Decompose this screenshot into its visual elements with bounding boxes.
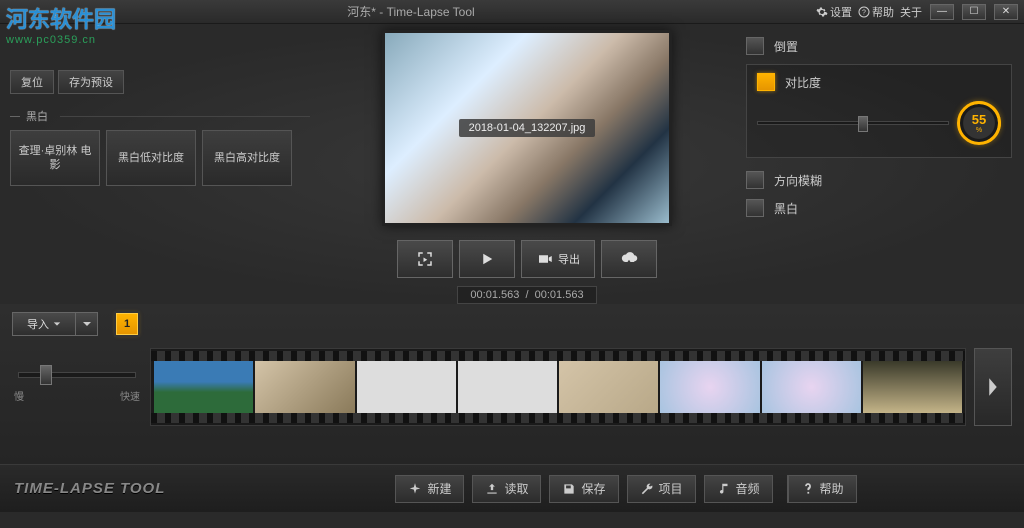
preset-bw-high[interactable]: 黑白高对比度 (202, 130, 292, 186)
music-note-icon (717, 482, 731, 496)
load-button[interactable]: 读取 (472, 475, 541, 503)
brand-label: TIME-LAPSE TOOL (14, 480, 234, 497)
speed-thumb[interactable] (40, 365, 52, 385)
speed-slow-label: 慢 (14, 388, 24, 403)
sequence-badge[interactable]: 1 (116, 313, 138, 335)
frame-thumb[interactable] (559, 361, 658, 413)
effect-contrast: 对比度 55 % (746, 64, 1012, 158)
effect-bw[interactable]: 黑白 (746, 194, 1012, 222)
contrast-checkbox[interactable] (757, 73, 775, 91)
play-icon (478, 250, 496, 268)
preset-bw-low[interactable]: 黑白低对比度 (106, 130, 196, 186)
question-icon (801, 482, 815, 496)
upload-icon (485, 482, 499, 496)
invert-checkbox[interactable] (746, 37, 764, 55)
titlebar: 河东* - Time-Lapse Tool 设置 ? 帮助 关于 — ☐ ✕ (0, 0, 1024, 24)
footer-toolbar: TIME-LAPSE TOOL 新建 读取 保存 项目 音频 帮助 (0, 464, 1024, 512)
frame-thumb[interactable] (660, 361, 759, 413)
speed-fast-label: 快速 (120, 388, 140, 403)
contrast-dial[interactable]: 55 % (957, 101, 1001, 145)
save-preset-button[interactable]: 存为预设 (58, 70, 124, 94)
save-icon (562, 482, 576, 496)
contrast-slider[interactable] (757, 121, 949, 125)
frame-thumb[interactable] (863, 361, 962, 413)
chevron-down-icon (82, 319, 92, 329)
minimize-button[interactable]: — (930, 4, 954, 20)
import-button[interactable]: 导入 (12, 312, 98, 336)
camera-icon (536, 250, 554, 268)
speed-slider[interactable] (18, 372, 136, 378)
cloud-upload-icon (620, 250, 638, 268)
frame-thumb[interactable] (458, 361, 557, 413)
chevron-down-icon (53, 320, 61, 328)
chevron-right-icon (985, 377, 1001, 397)
close-button[interactable]: ✕ (994, 4, 1018, 20)
filmstrip[interactable] (150, 348, 966, 426)
frame-thumb[interactable] (357, 361, 456, 413)
gear-icon (816, 6, 828, 18)
presets-tab[interactable]: 预设 (10, 32, 169, 56)
bw-section-label: 黑白 (10, 108, 310, 124)
frame-thumb[interactable] (255, 361, 354, 413)
project-button[interactable]: 项目 (627, 475, 696, 503)
play-button[interactable] (459, 240, 515, 278)
slider-thumb[interactable] (858, 116, 868, 132)
effects-panel: 倒置 对比度 55 % 方向模糊 黑白 (734, 24, 1024, 304)
timeline-section: 导入 1 慢 快速 (0, 304, 1024, 464)
about-link[interactable]: 关于 (900, 4, 922, 20)
fit-button[interactable] (397, 240, 453, 278)
footer-help-button[interactable]: 帮助 (787, 475, 857, 503)
export-button[interactable]: 导出 (521, 240, 595, 278)
wrench-icon (640, 482, 654, 496)
scroll-right-button[interactable] (974, 348, 1012, 426)
help-link[interactable]: ? 帮助 (858, 4, 894, 20)
settings-link[interactable]: 设置 (816, 4, 852, 20)
bw-checkbox[interactable] (746, 199, 764, 217)
preview-filename: 2018-01-04_132207.jpg (459, 119, 596, 137)
fit-screen-icon (416, 250, 434, 268)
reset-button[interactable]: 复位 (10, 70, 54, 94)
effect-motion-blur[interactable]: 方向模糊 (746, 166, 1012, 194)
motion-blur-checkbox[interactable] (746, 171, 764, 189)
svg-text:?: ? (862, 9, 866, 16)
time-display: 00:01.563 / 00:01.563 (457, 286, 596, 304)
window-title: 河东* - Time-Lapse Tool (6, 3, 816, 20)
preview-panel: 2018-01-04_132207.jpg 导出 00:01.563 / 00:… (320, 24, 734, 304)
frame-thumb[interactable] (762, 361, 861, 413)
save-button[interactable]: 保存 (549, 475, 618, 503)
preview-viewport[interactable]: 2018-01-04_132207.jpg (382, 30, 672, 226)
presets-panel: 预设 复位 存为预设 黑白 查理·卓别林 电影 黑白低对比度 黑白高对比度 (0, 24, 320, 304)
import-dropdown[interactable] (76, 312, 98, 336)
upload-button[interactable] (601, 240, 657, 278)
preset-chaplin[interactable]: 查理·卓别林 电影 (10, 130, 100, 186)
audio-button[interactable]: 音频 (704, 475, 773, 503)
effect-invert[interactable]: 倒置 (746, 32, 1012, 60)
help-icon: ? (858, 6, 870, 18)
speed-control: 慢 快速 (12, 344, 142, 430)
sparkle-icon (408, 482, 422, 496)
frame-thumb[interactable] (154, 361, 253, 413)
new-button[interactable]: 新建 (395, 475, 464, 503)
maximize-button[interactable]: ☐ (962, 4, 986, 20)
